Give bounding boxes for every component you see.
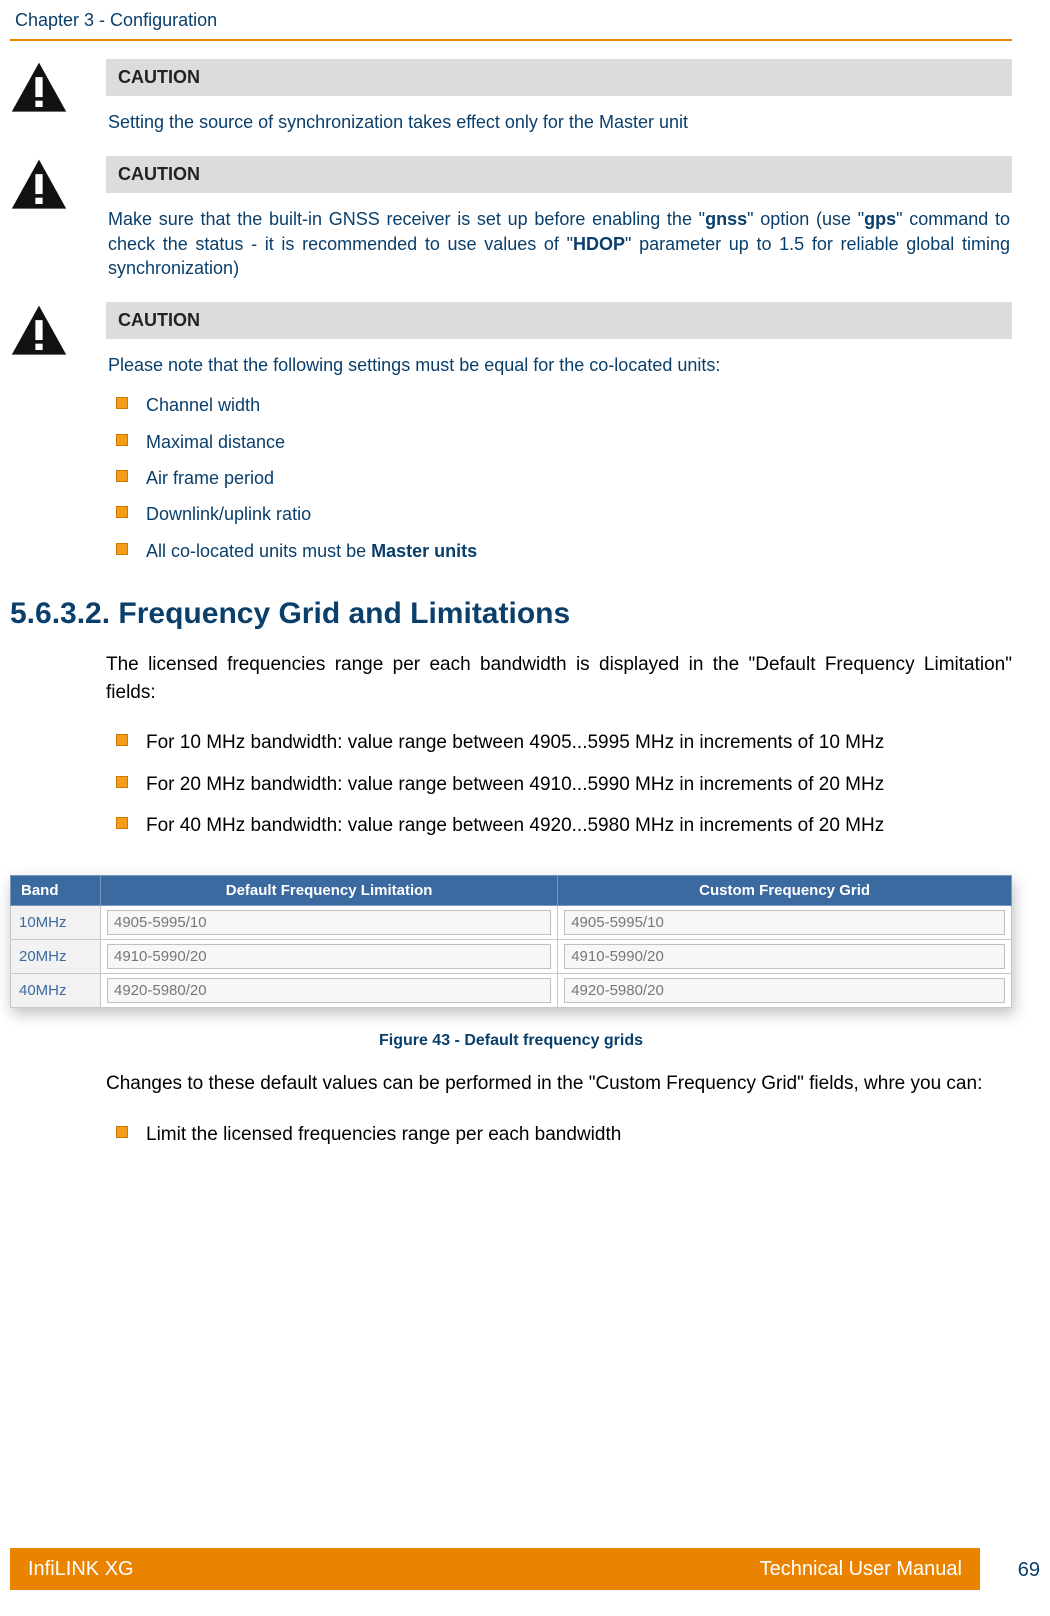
- footer-right: Technical User Manual: [760, 1558, 962, 1581]
- list-item: Limit the licensed frequencies range per…: [106, 1114, 1012, 1156]
- chapter-header: Chapter 3 - Configuration: [10, 0, 1012, 39]
- bullet-icon: [116, 470, 128, 482]
- bullet-icon: [116, 734, 128, 746]
- default-freq-input[interactable]: [107, 910, 551, 935]
- list-item: Channel width: [106, 387, 1012, 423]
- list-item: All co-located units must be Master unit…: [106, 533, 1012, 569]
- col-default: Default Frequency Limitation: [101, 875, 558, 905]
- list-item: For 10 MHz bandwidth: value range betwee…: [106, 722, 1012, 764]
- table-row: 40MHz: [11, 973, 1012, 1007]
- list-item: For 40 MHz bandwidth: value range betwee…: [106, 805, 1012, 847]
- col-custom: Custom Frequency Grid: [558, 875, 1012, 905]
- bullet-icon: [116, 817, 128, 829]
- band-cell: 10MHz: [11, 905, 101, 939]
- list-item: For 20 MHz bandwidth: value range betwee…: [106, 764, 1012, 806]
- band-cell: 20MHz: [11, 939, 101, 973]
- frequency-table: Band Default Frequency Limitation Custom…: [10, 875, 1012, 1008]
- caution-label: CAUTION: [106, 156, 1012, 193]
- warning-icon: [10, 156, 80, 219]
- custom-freq-input[interactable]: [564, 944, 1005, 969]
- caution-text: Please note that the following settings …: [106, 339, 1012, 377]
- bullet-icon: [116, 506, 128, 518]
- bullet-icon: [116, 543, 128, 555]
- bullet-icon: [116, 434, 128, 446]
- default-freq-input[interactable]: [107, 978, 551, 1003]
- bullet-icon: [116, 776, 128, 788]
- warning-icon: [10, 302, 80, 365]
- figure-caption: Figure 43 - Default frequency grids: [10, 1032, 1012, 1050]
- paragraph: The licensed frequencies range per each …: [106, 651, 1012, 706]
- default-freq-input[interactable]: [107, 944, 551, 969]
- page-number: 69: [1018, 1559, 1040, 1582]
- col-band: Band: [11, 875, 101, 905]
- footer-left: InfiLINK XG: [28, 1558, 134, 1581]
- section-heading: 5.6.3.2. Frequency Grid and Limitations: [10, 597, 1012, 631]
- custom-freq-input[interactable]: [564, 910, 1005, 935]
- caution-label: CAUTION: [106, 59, 1012, 96]
- warning-icon: [10, 59, 80, 122]
- header-rule: [10, 39, 1012, 41]
- list-item: Downlink/uplink ratio: [106, 496, 1012, 532]
- table-row: 20MHz: [11, 939, 1012, 973]
- bullet-icon: [116, 1126, 128, 1138]
- bullet-icon: [116, 397, 128, 409]
- paragraph: Changes to these default values can be p…: [106, 1070, 1012, 1098]
- list-item: Maximal distance: [106, 424, 1012, 460]
- band-cell: 40MHz: [11, 973, 101, 1007]
- caution-text: Make sure that the built-in GNSS receive…: [106, 193, 1012, 280]
- table-row: 10MHz: [11, 905, 1012, 939]
- footer-bar: InfiLINK XG Technical User Manual: [10, 1548, 980, 1590]
- list-item: Air frame period: [106, 460, 1012, 496]
- caution-label: CAUTION: [106, 302, 1012, 339]
- caution-text: Setting the source of synchronization ta…: [106, 96, 1012, 134]
- custom-freq-input[interactable]: [564, 978, 1005, 1003]
